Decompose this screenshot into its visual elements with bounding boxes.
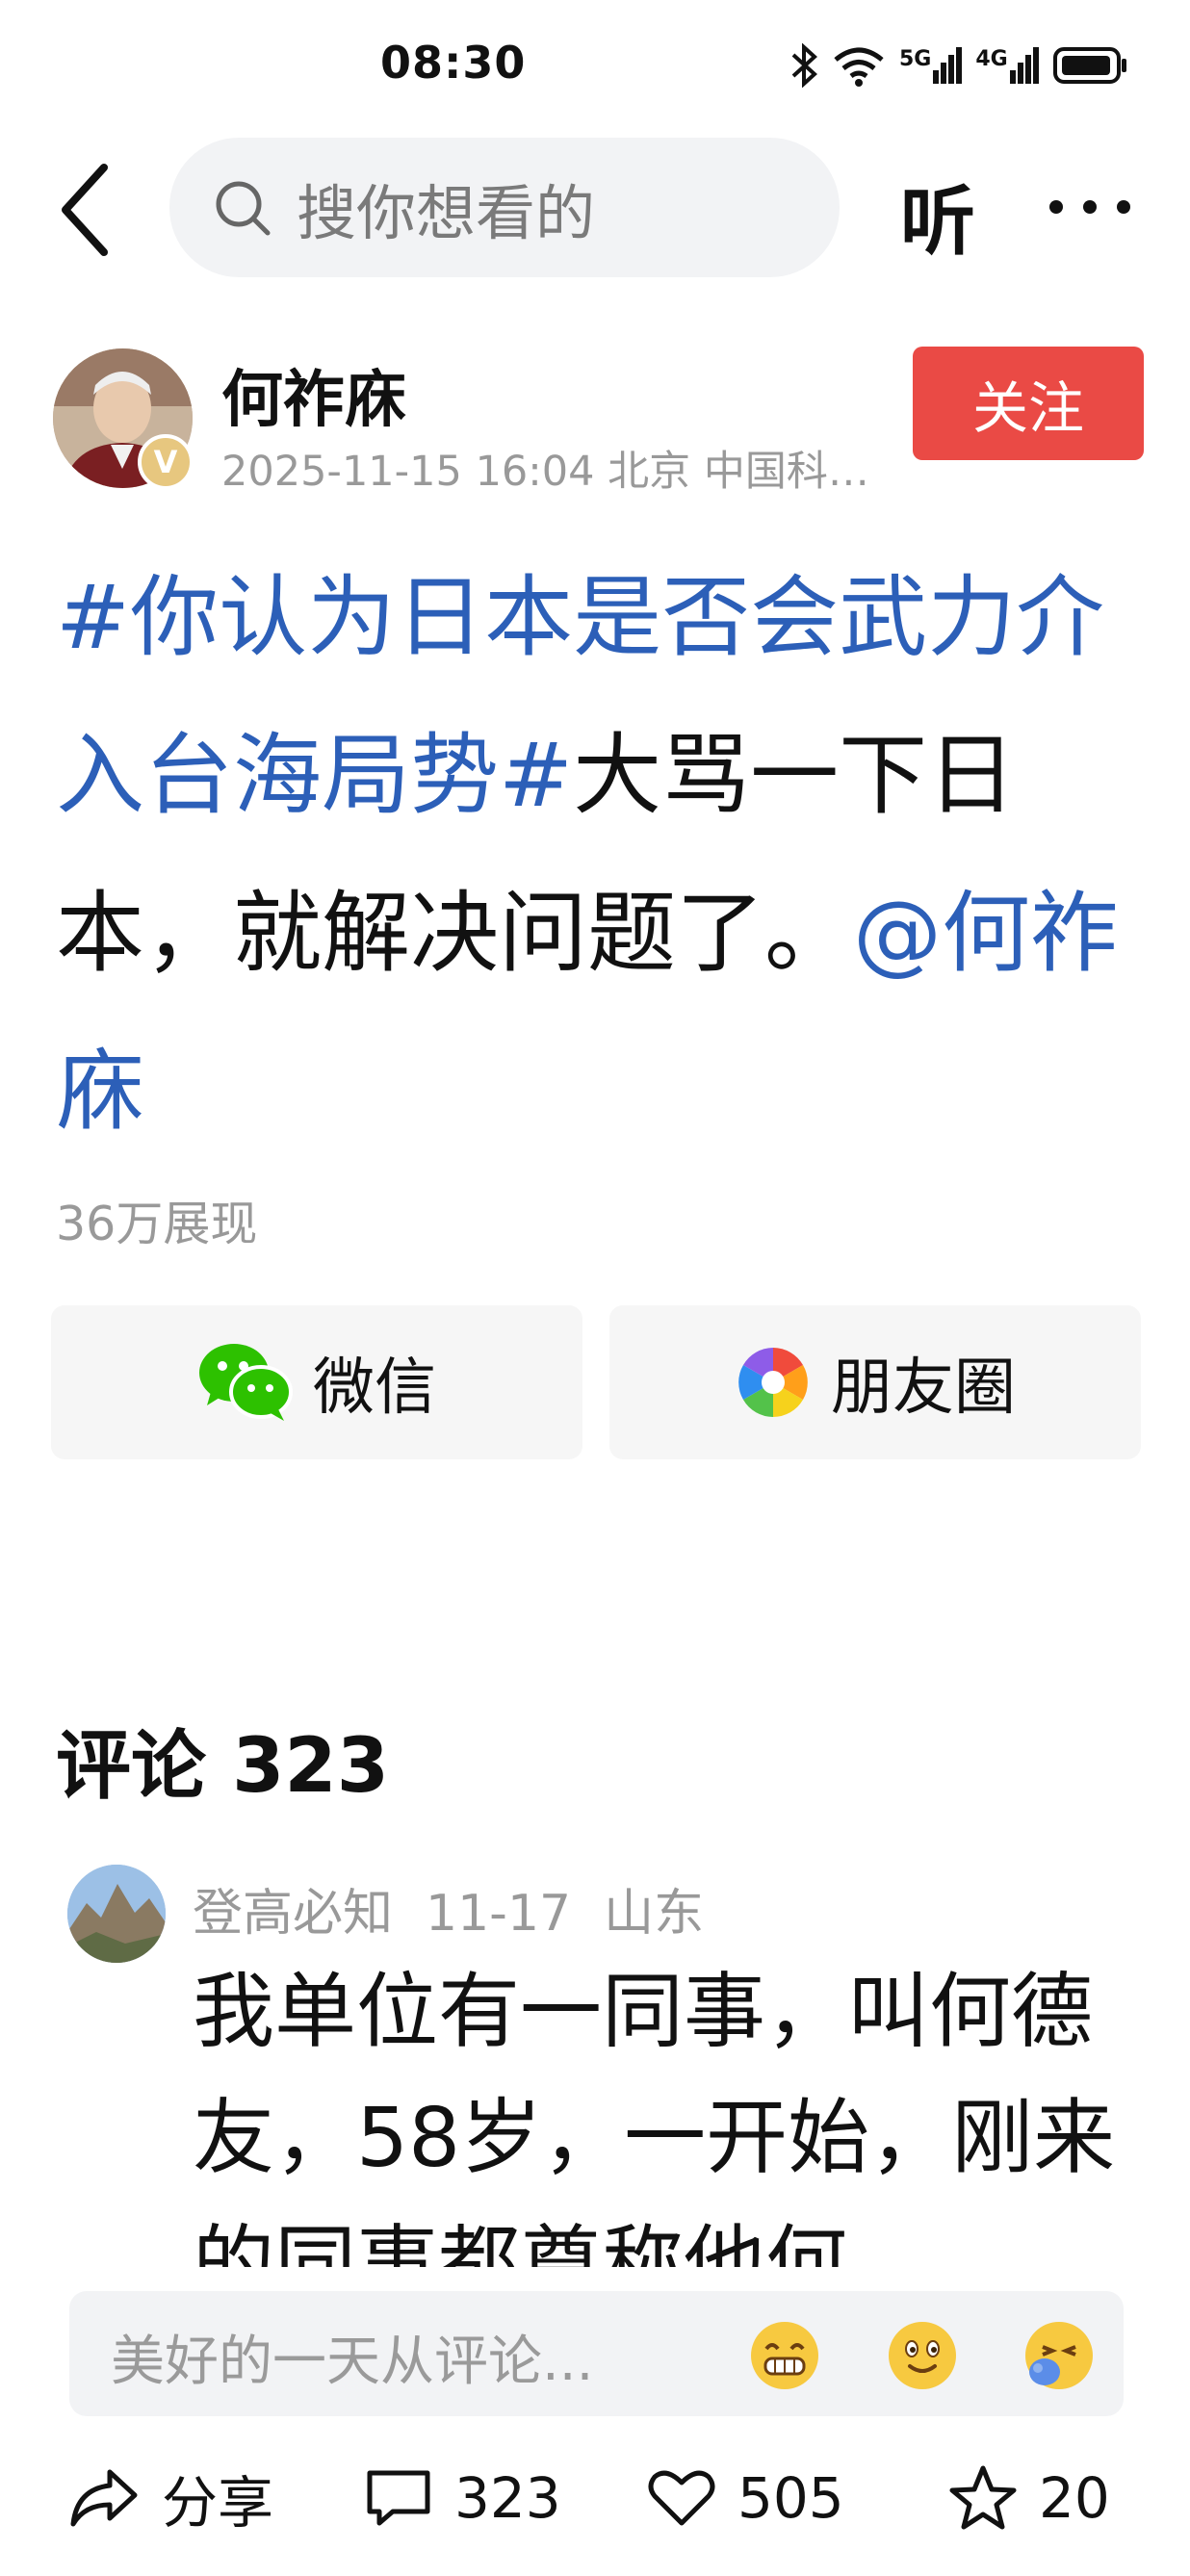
share-moments-button[interactable]: 朋友圈 [609,1305,1141,1459]
grin-emoji-icon[interactable] [749,2320,820,2391]
post-meta: 2025-11-15 16:04 北京 中国科… [221,448,869,496]
share-action-label: 分享 [162,2470,274,2536]
smile-emoji-icon[interactable] [887,2320,958,2391]
search-bar[interactable]: 搜你想看的 [169,138,840,277]
more-button[interactable] [1045,178,1136,236]
back-button[interactable] [56,162,114,258]
comment-author[interactable]: 登高必知 [193,1885,393,1943]
status-time: 08:30 [380,37,527,89]
share-wechat-label: 微信 [313,1352,436,1424]
status-icons: 5G 4G [789,39,1129,92]
comment-count: 323 [454,2465,561,2531]
comment-bubble-icon [367,2470,430,2526]
like-count: 505 [737,2465,844,2531]
share-action[interactable]: 分享 [67,2464,273,2536]
search-icon [216,181,271,235]
signal-4g-icon: 4G [975,47,1039,84]
favorite-action[interactable]: 20 [948,2464,1110,2532]
comments-title: 评论 323 [56,1723,389,1810]
bluetooth-icon [791,43,817,88]
like-action[interactable]: 505 [647,2464,844,2532]
back-arrow-icon [62,164,108,256]
sneeze-emoji-icon[interactable] [1023,2320,1095,2391]
comment-meta: 登高必知 11-17 山东 [193,1872,737,1945]
comment-date: 11-17 [426,1885,572,1943]
share-wechat-button[interactable]: 微信 [51,1305,582,1459]
search-placeholder: 搜你想看的 [297,177,596,248]
share-moments-label: 朋友圈 [831,1352,1016,1424]
moments-icon [738,1348,808,1417]
comment-avatar[interactable] [67,1865,166,1963]
follow-button[interactable]: 关注 [913,347,1144,460]
favorite-count: 20 [1039,2465,1110,2531]
post-body: #你认为日本是否会武力介入台海局势#大骂一下日本，就解决问题了。@何祚庥 [56,539,1149,1171]
signal-5g-icon: 5G [899,47,963,84]
heart-icon [648,2470,715,2526]
battery-icon [1052,47,1126,84]
comment-action[interactable]: 323 [364,2464,561,2532]
comment-input-placeholder[interactable]: 美好的一天从评论... [111,2318,593,2396]
network-4g-label: 4G [975,47,1008,71]
network-5g-label: 5G [899,47,932,71]
verified-badge: V [138,434,194,490]
comment-location: 山东 [604,1885,705,1943]
wechat-icon [199,1344,293,1421]
comment-text: 我单位有一同事，叫何德友，58岁，一开始，刚来的同事都尊称他何 [193,1965,1116,2267]
impressions-count: 36万展现 [56,1197,258,1251]
more-icon [1049,200,1130,214]
listen-button[interactable]: 听 [900,162,975,270]
star-icon [949,2465,1017,2530]
share-arrow-icon [70,2469,138,2527]
wifi-icon [834,47,884,87]
author-name[interactable]: 何祚庥 [221,350,406,439]
